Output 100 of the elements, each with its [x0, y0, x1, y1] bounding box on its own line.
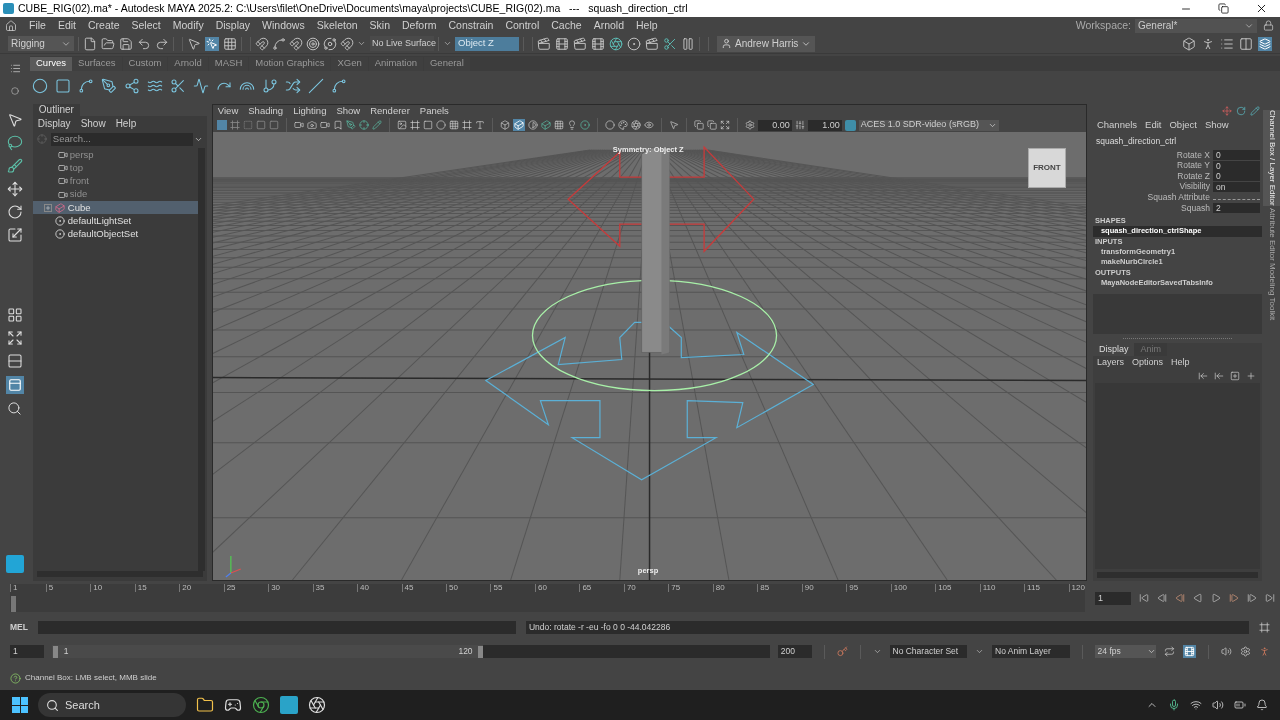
range-handle[interactable] [52, 645, 58, 658]
pencil-icon[interactable] [371, 120, 382, 130]
outliner-item[interactable]: defaultObjectSet [32, 227, 198, 242]
gamma-field[interactable]: 1.00 [807, 119, 842, 131]
undo-icon[interactable] [137, 36, 151, 51]
cut-curve-icon[interactable] [170, 78, 186, 94]
outliner-item[interactable]: top [32, 161, 198, 175]
component-select-icon[interactable] [223, 36, 237, 51]
menu-item[interactable]: Display [209, 17, 257, 34]
menu-item[interactable]: Options [1127, 356, 1167, 370]
workspace-dropdown[interactable]: General* [1135, 18, 1257, 33]
camera-toggle-icon[interactable] [229, 120, 240, 130]
outliner-item[interactable]: defaultLightSet [32, 214, 198, 228]
menu-item[interactable]: Arnold [587, 17, 630, 34]
play-icon[interactable] [1211, 593, 1221, 603]
lights-icon[interactable] [566, 120, 577, 130]
smooth-curve-icon[interactable] [331, 78, 347, 94]
wave-curve-icon[interactable] [147, 78, 163, 94]
side-tab[interactable]: Modeling Toolkit [1263, 262, 1280, 320]
menu-item[interactable]: Layers [1092, 356, 1128, 370]
ipr-render-icon[interactable] [573, 36, 587, 51]
step-forward-frame-icon[interactable] [1229, 593, 1239, 603]
menu-item[interactable]: Modify [166, 17, 210, 34]
notification-icon[interactable] [1256, 699, 1268, 711]
snap-magnet-icon[interactable] [340, 36, 354, 51]
range-bar[interactable] [51, 645, 483, 658]
ep-curve-icon[interactable] [124, 78, 140, 94]
menu-item[interactable]: Display [32, 116, 76, 131]
app-icon[interactable] [308, 696, 326, 714]
range-handle[interactable] [477, 645, 483, 658]
attribute-field[interactable]: 2 [1212, 203, 1260, 213]
menu-item[interactable]: Show [331, 104, 366, 119]
outliner-tab[interactable]: Outliner [32, 104, 80, 116]
caret-icon[interactable] [975, 647, 985, 656]
camera-toggle-icon[interactable] [255, 120, 266, 130]
isolate-select-icon[interactable] [668, 120, 679, 130]
exposure-field[interactable]: 0.00 [757, 119, 792, 131]
start-icon[interactable] [12, 697, 28, 713]
menu-set-dropdown[interactable]: Rigging [8, 36, 74, 51]
select-tool-icon[interactable] [6, 112, 23, 128]
smooth-shade-button[interactable] [512, 119, 525, 131]
menu-item[interactable]: Help [630, 17, 664, 34]
menu-item[interactable]: Cache [545, 17, 588, 34]
time-slider[interactable]: 1 5 10 15 20 25 30 35 40 45 50 55 60 65 70 75 80 85 90 95 100 105 110 115 120 [10, 584, 1085, 612]
attribute-name[interactable]: Rotate Y [1092, 159, 1213, 172]
attribute-name[interactable]: Rotate X [1092, 148, 1213, 162]
render-settings-icon[interactable] [591, 36, 605, 51]
resolution-gate-icon[interactable] [422, 120, 433, 130]
menu-item[interactable]: Panels [414, 104, 454, 119]
menu-item[interactable]: Control [499, 17, 546, 34]
current-frame-marker[interactable] [11, 596, 16, 612]
pencil-curve-icon[interactable] [101, 78, 117, 94]
light-editor-icon[interactable] [645, 36, 659, 51]
taskbar-search-field[interactable]: Search [65, 696, 165, 714]
outliner-item[interactable]: persp [32, 148, 198, 162]
menu-item[interactable]: Channels [1092, 117, 1142, 133]
menu-item[interactable]: Constrain [442, 17, 500, 34]
step-back-frame-icon[interactable] [1175, 593, 1185, 603]
menu-item[interactable]: Lighting [288, 104, 332, 119]
render-frame-icon[interactable] [555, 36, 569, 51]
volume-icon[interactable] [1212, 699, 1224, 711]
layer-tab[interactable]: Display [1092, 343, 1135, 357]
menu-item[interactable]: Renderer [365, 104, 415, 119]
shelf-tab[interactable]: Curves [30, 56, 73, 71]
search-icon[interactable] [7, 401, 23, 416]
scrollbar[interactable] [197, 148, 205, 571]
shelf-menu-icon[interactable] [9, 62, 21, 74]
menu-item[interactable]: Skeleton [310, 17, 364, 34]
menu-item[interactable]: Deform [396, 17, 443, 34]
edit-icon[interactable] [1250, 106, 1260, 116]
menu-item[interactable]: Show [75, 116, 111, 131]
caret-icon[interactable] [357, 39, 366, 48]
microphone-icon[interactable] [1168, 699, 1180, 711]
color-space-dropdown[interactable]: ACES 1.0 SDR-video (sRGB) [858, 119, 999, 131]
caret-icon[interactable] [443, 39, 452, 48]
attribute-name[interactable]: Visibility [1092, 180, 1213, 194]
pause-icon[interactable] [681, 36, 695, 51]
menu-item[interactable]: File [23, 17, 52, 34]
outliner-item[interactable]: side [32, 187, 198, 202]
side-tab[interactable]: Channel Box / Layer Editor [1263, 110, 1280, 206]
attribute-name[interactable]: Squash [1092, 201, 1213, 215]
axis-icon[interactable] [1222, 106, 1232, 116]
symmetry-field[interactable]: Object Z [455, 36, 519, 51]
go-to-start-icon[interactable] [1139, 593, 1149, 603]
current-frame-field[interactable]: 1 [1095, 591, 1131, 605]
start-frame-field[interactable]: 1 [10, 645, 44, 658]
attribute-name[interactable]: Squash Attribute [1092, 191, 1213, 204]
outliner-item[interactable]: front [32, 174, 198, 188]
camera-attr-button[interactable] [216, 120, 227, 130]
hierarchy-select-icon[interactable] [187, 36, 201, 51]
snap-curve-icon[interactable] [272, 36, 286, 51]
circle-icon[interactable] [32, 78, 48, 94]
camera-icon[interactable] [293, 120, 304, 130]
rotate-icon[interactable] [1236, 106, 1246, 116]
menu-item[interactable]: View [212, 104, 244, 119]
save-icon[interactable] [119, 36, 133, 51]
character-set-field[interactable]: No Character Set [889, 645, 968, 658]
move-tool-icon[interactable] [6, 181, 23, 197]
go-to-end-icon[interactable] [1265, 593, 1275, 603]
color-management-button[interactable] [844, 119, 856, 131]
